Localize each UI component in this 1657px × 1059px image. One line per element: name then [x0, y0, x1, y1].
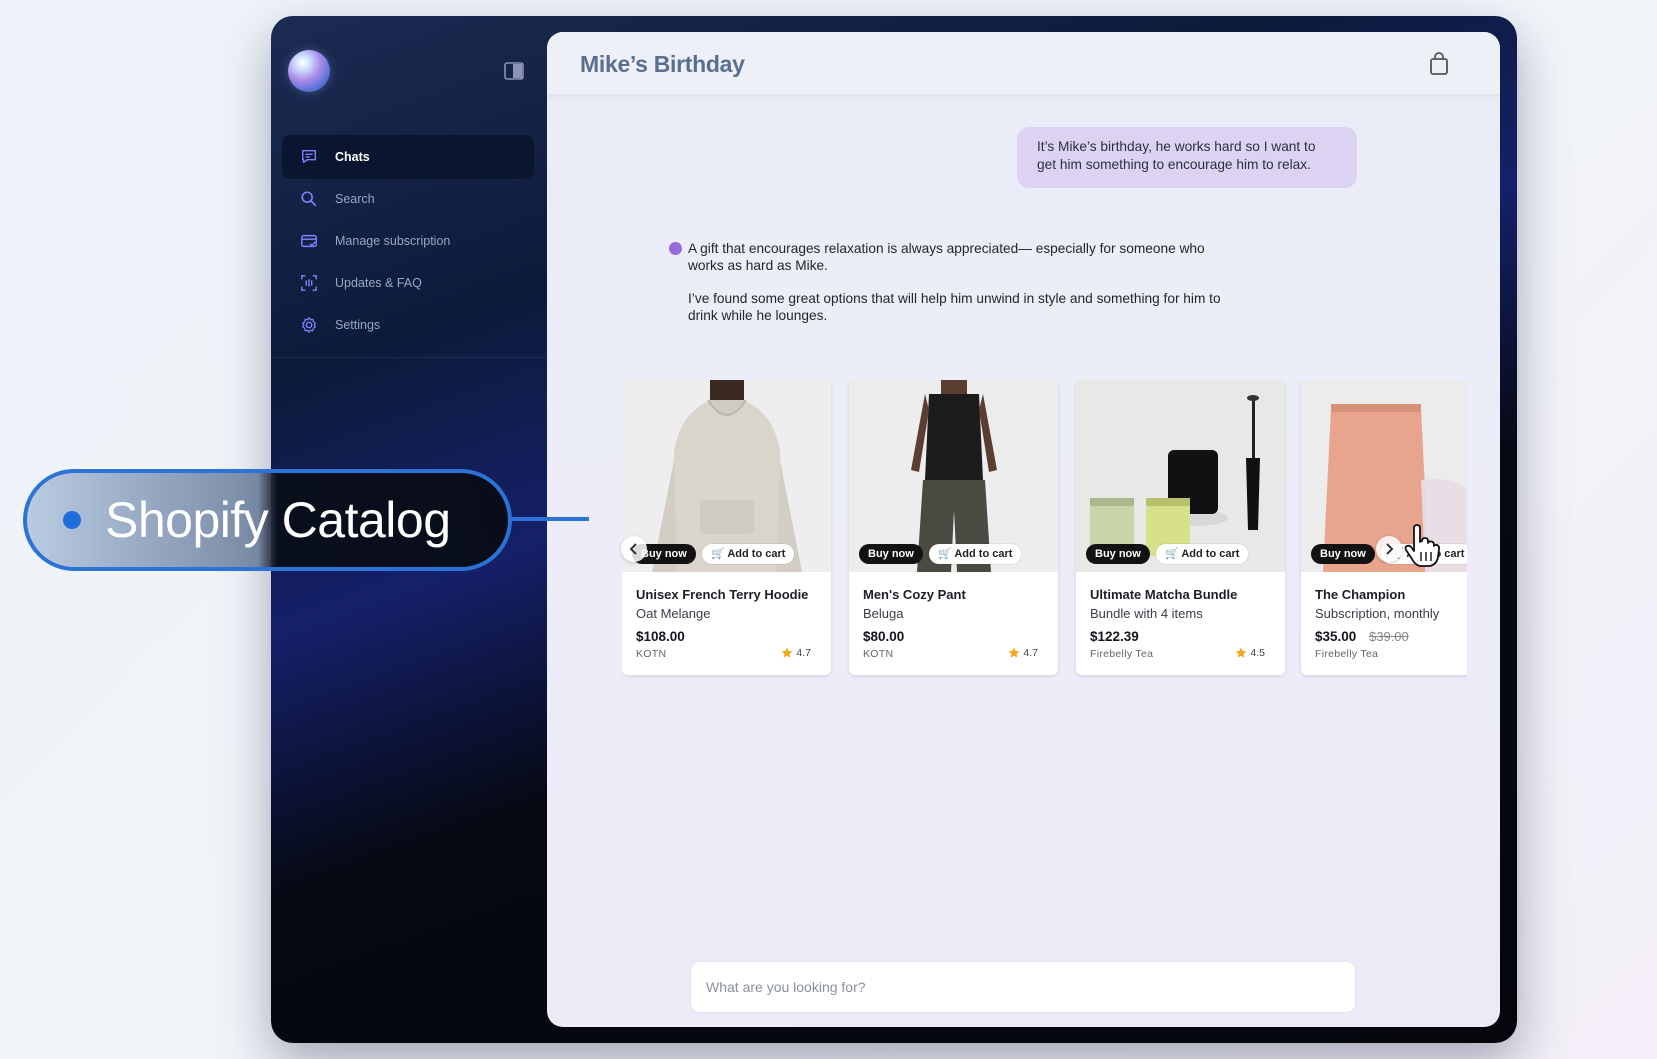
product-price: $122.39 — [1090, 629, 1139, 644]
scan-icon — [299, 273, 319, 293]
sidebar-item-label: Updates & FAQ — [335, 276, 422, 290]
product-rating: 4.7 — [781, 647, 811, 659]
sidebar-toggle-icon[interactable] — [504, 62, 524, 80]
cart-icon: 🛒 — [1165, 548, 1182, 560]
product-vendor: Firebelly Tea — [1090, 648, 1154, 660]
chevron-left-icon — [629, 543, 637, 555]
sidebar-item-label: Settings — [335, 318, 381, 332]
product-variant: Oat Melange — [636, 606, 711, 621]
star-icon — [1008, 647, 1020, 658]
sidebar-item-label: Manage subscription — [335, 234, 451, 248]
add-to-cart-button[interactable]: 🛒 Add to cart — [702, 544, 795, 564]
product-carousel: Buy now 🛒 Add to cart Unisex French Terr… — [622, 380, 1467, 680]
rating-value: 4.7 — [1023, 647, 1038, 659]
chat-icon — [299, 147, 319, 167]
sidebar-item-settings[interactable]: Settings — [282, 303, 534, 347]
chat-panel: Mike’s Birthday It’s Mike’s birthday, he… — [547, 32, 1500, 1027]
sidebar-item-chats[interactable]: Chats — [282, 135, 534, 179]
assistant-paragraph: A gift that encourages relaxation is alw… — [688, 241, 1205, 273]
product-card[interactable]: Buy now 🛒 Add to cart Ultimate Matcha Bu… — [1076, 380, 1285, 675]
product-rating: 4.7 — [1008, 647, 1038, 659]
product-card[interactable]: Buy now 🛒 Add to cart The Champion Subsc… — [1301, 380, 1467, 675]
user-message: It’s Mike’s birthday, he works hard so I… — [1017, 127, 1357, 188]
chevron-right-icon — [1386, 543, 1394, 555]
search-icon — [299, 189, 319, 209]
add-to-cart-label: Add to cart — [1181, 548, 1240, 560]
product-rating: 4.5 — [1235, 647, 1265, 659]
shopping-bag-icon[interactable] — [1428, 52, 1450, 76]
sidebar-item-label: Chats — [335, 150, 370, 164]
star-icon — [1235, 647, 1247, 658]
assistant-paragraph: I’ve found some great options that will … — [688, 291, 1221, 323]
callout-label: Shopify Catalog — [105, 492, 451, 548]
carousel-prev-button[interactable] — [621, 536, 647, 562]
shopify-catalog-callout: Shopify Catalog — [23, 469, 512, 571]
card-icon — [299, 231, 319, 251]
sidebar-item-updates-faq[interactable]: Updates & FAQ — [282, 261, 534, 305]
add-to-cart-label: Add to cart — [727, 548, 786, 560]
product-price: $108.00 — [636, 629, 685, 644]
add-to-cart-button[interactable]: 🛒 Add to cart — [1156, 544, 1249, 564]
add-to-cart-label: Add to cart — [954, 548, 1013, 560]
callout-connector — [512, 517, 589, 521]
product-card[interactable]: Buy now 🛒 Add to cart Unisex French Terr… — [622, 380, 831, 675]
page-title: Mike’s Birthday — [580, 51, 745, 77]
assistant-avatar — [669, 242, 682, 255]
product-vendor: KOTN — [863, 648, 894, 660]
assistant-message: A gift that encourages relaxation is alw… — [688, 240, 1228, 340]
product-vendor: Firebelly Tea — [1315, 648, 1379, 660]
sidebar-nav: Chats Search Manage subscription Updates… — [282, 135, 534, 345]
product-vendor: KOTN — [636, 648, 667, 660]
product-variant: Beluga — [863, 606, 904, 621]
hand-cursor-icon — [1404, 524, 1440, 567]
sidebar-item-manage-subscription[interactable]: Manage subscription — [282, 219, 534, 263]
product-name: Men's Cozy Pant — [863, 587, 966, 602]
rating-value: 4.5 — [1250, 647, 1265, 659]
buy-now-button[interactable]: Buy now — [1086, 544, 1150, 564]
product-name: The Champion — [1315, 587, 1406, 602]
product-name: Unisex French Terry Hoodie — [636, 587, 809, 602]
sidebar-item-search[interactable]: Search — [282, 177, 534, 221]
product-name: Ultimate Matcha Bundle — [1090, 587, 1238, 602]
search-input[interactable] — [690, 961, 1356, 1013]
product-price: $80.00 — [863, 629, 905, 644]
product-variant: Bundle with 4 items — [1090, 606, 1203, 621]
gear-icon — [299, 315, 319, 335]
sidebar-item-label: Search — [335, 192, 375, 206]
carousel-next-button[interactable] — [1376, 536, 1402, 562]
cart-icon: 🛒 — [711, 548, 728, 560]
rating-value: 4.7 — [796, 647, 811, 659]
star-icon — [781, 647, 793, 658]
product-compare-price: $39.00 — [1369, 629, 1409, 644]
logo[interactable] — [288, 50, 330, 92]
product-variant: Subscription, monthly — [1315, 606, 1440, 621]
chat-header: Mike’s Birthday — [547, 32, 1500, 95]
product-card[interactable]: Buy now 🛒 Add to cart Men's Cozy Pant Be… — [849, 380, 1058, 675]
buy-now-button[interactable]: Buy now — [859, 544, 923, 564]
cart-icon: 🛒 — [938, 548, 955, 560]
sidebar-divider — [271, 357, 546, 358]
product-price: $35.00 — [1315, 629, 1357, 644]
add-to-cart-button[interactable]: 🛒 Add to cart — [929, 544, 1022, 564]
buy-now-button[interactable]: Buy now — [1311, 544, 1375, 564]
callout-dot — [63, 511, 81, 529]
